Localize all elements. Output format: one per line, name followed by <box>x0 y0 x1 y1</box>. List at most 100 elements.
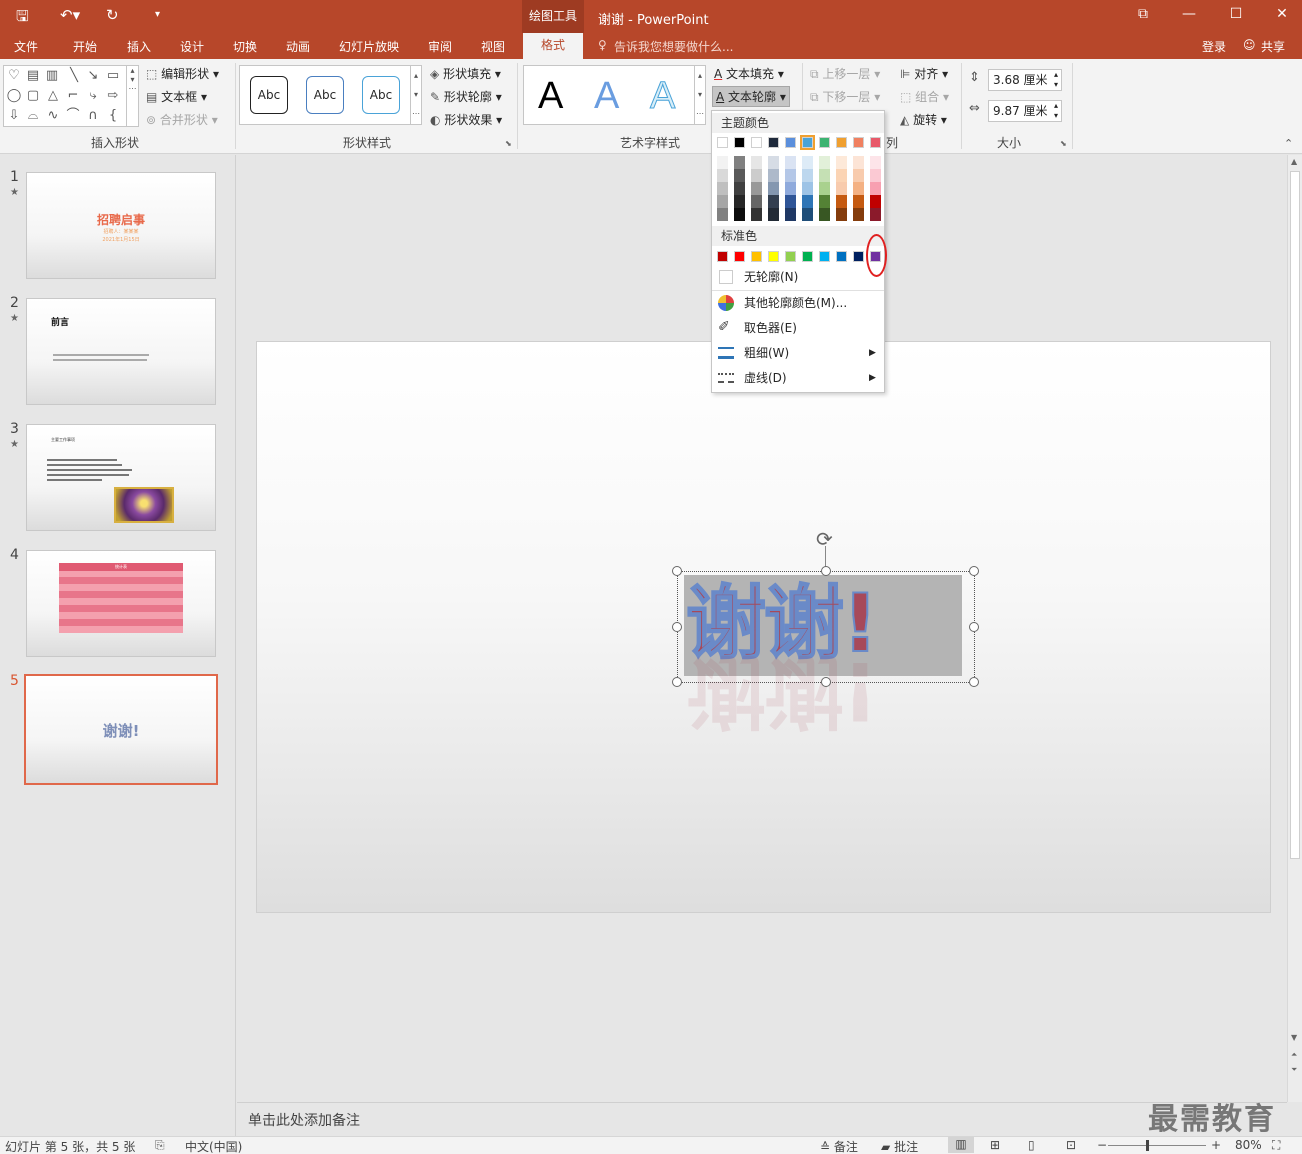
dashes-item[interactable]: 虚线(D) ▶ <box>712 366 884 390</box>
theme-shade-swatch[interactable] <box>717 182 728 195</box>
reading-view-icon[interactable]: ▯ <box>1028 1138 1035 1152</box>
eyedropper-item[interactable]: ✐ 取色器(E) <box>712 316 884 340</box>
theme-shade-swatch[interactable] <box>734 169 745 182</box>
zoom-out-icon[interactable]: − <box>1097 1138 1107 1152</box>
theme-shade-swatch[interactable] <box>819 156 830 169</box>
theme-color-swatch[interactable] <box>734 137 745 148</box>
theme-shade-swatch[interactable] <box>751 182 762 195</box>
rectangle-shape-icon[interactable]: ▭ <box>104 67 122 85</box>
theme-shade-swatch[interactable] <box>819 208 830 221</box>
shapes-gallery-scroll[interactable]: ▴ ▾ ⋯ <box>126 66 138 126</box>
no-outline-item[interactable]: 无轮廓(N) <box>712 265 884 289</box>
theme-shade-swatch[interactable] <box>768 169 779 182</box>
theme-shade-swatch[interactable] <box>836 182 847 195</box>
theme-color-swatch[interactable] <box>800 135 815 150</box>
right-arrow-shape-icon[interactable]: ⇨ <box>104 87 122 105</box>
theme-shade-swatch[interactable] <box>768 156 779 169</box>
theme-shade-swatch[interactable] <box>717 195 728 208</box>
theme-shade-swatch[interactable] <box>819 195 830 208</box>
tab-view[interactable]: 视图 <box>481 38 505 55</box>
collapse-ribbon-icon[interactable]: ⌃ <box>1284 137 1293 150</box>
theme-shade-swatch[interactable] <box>802 195 813 208</box>
theme-shade-swatch[interactable] <box>853 169 864 182</box>
text-outline-button[interactable]: A 文本轮廓 ▾ <box>712 86 790 107</box>
theme-shade-swatch[interactable] <box>819 182 830 195</box>
curve-icon[interactable]: ∩ <box>84 107 102 125</box>
slide-canvas[interactable]: 谢谢! 谢谢! ⟳ <box>256 341 1271 913</box>
wordart-gallery-scroll[interactable]: ▴ ▾ ⋯ <box>694 65 706 125</box>
undo-icon[interactable]: ↶▾ <box>60 6 80 24</box>
theme-shade-swatch[interactable] <box>870 208 881 221</box>
theme-shade-swatch[interactable] <box>802 169 813 182</box>
resize-handle[interactable] <box>969 677 979 687</box>
notes-toggle[interactable]: ≙ 备注 <box>820 1138 858 1154</box>
standard-color-swatch[interactable] <box>853 251 864 262</box>
bring-forward-button[interactable]: ⧉ 上移一层 ▾ <box>810 65 880 82</box>
theme-shade-swatch[interactable] <box>751 156 762 169</box>
scrollbar-thumb[interactable] <box>1290 171 1300 859</box>
textbox-shape-icon[interactable]: ▤ <box>24 67 42 85</box>
theme-color-swatch[interactable] <box>768 137 779 148</box>
minimize-button[interactable]: — <box>1177 6 1201 22</box>
down-arrow-shape-icon[interactable]: ⇩ <box>5 107 23 125</box>
theme-shade-swatch[interactable] <box>870 156 881 169</box>
scribble-icon[interactable]: ∿ <box>44 107 62 125</box>
theme-shade-swatch[interactable] <box>802 182 813 195</box>
brace-icon[interactable]: { <box>104 107 122 125</box>
tab-format[interactable]: 格式 <box>523 33 583 60</box>
dialog-launcher-icon[interactable]: ⬊ <box>505 139 512 148</box>
standard-color-swatch[interactable] <box>802 251 813 262</box>
theme-shade-swatch[interactable] <box>717 208 728 221</box>
theme-shade-swatch[interactable] <box>717 156 728 169</box>
notes-placeholder[interactable]: 单击此处添加备注 <box>248 1110 360 1130</box>
theme-color-swatch[interactable] <box>785 137 796 148</box>
standard-color-swatch[interactable] <box>785 251 796 262</box>
zoom-slider-thumb[interactable] <box>1146 1140 1149 1151</box>
vertical-textbox-icon[interactable]: ▥ <box>43 67 61 85</box>
heart-shape-icon[interactable]: ♡ <box>5 67 23 85</box>
theme-shade-swatch[interactable] <box>853 156 864 169</box>
theme-shade-swatch[interactable] <box>802 156 813 169</box>
shape-style-3[interactable]: Abc <box>362 76 400 114</box>
theme-color-swatch[interactable] <box>717 137 728 148</box>
vertical-scrollbar[interactable]: ▲ ▼ ⏶ ⏷ <box>1287 155 1302 1102</box>
resize-handle[interactable] <box>672 566 682 576</box>
theme-shade-swatch[interactable] <box>734 182 745 195</box>
slide-thumbnail-1[interactable]: 招聘启事 招聘人：某某某 2021年1月15日 <box>26 172 216 279</box>
comments-toggle[interactable]: ▰ 批注 <box>881 1138 918 1154</box>
language-indicator[interactable]: 中文(中国) <box>185 1138 242 1154</box>
slide-thumbnail-5[interactable]: 谢谢! <box>24 674 218 785</box>
theme-shade-swatch[interactable] <box>853 195 864 208</box>
group-button[interactable]: ⬚ 组合 ▾ <box>900 88 949 105</box>
scroll-up-icon[interactable]: ▲ <box>1291 157 1297 166</box>
normal-view-icon[interactable]: ▥ <box>948 1137 974 1153</box>
theme-shade-swatch[interactable] <box>870 169 881 182</box>
maximize-button[interactable]: ☐ <box>1224 6 1248 22</box>
tab-transitions[interactable]: 切换 <box>233 38 257 55</box>
zoom-level[interactable]: 80% <box>1235 1138 1262 1152</box>
fit-to-window-icon[interactable]: ⛶ <box>1272 1138 1280 1153</box>
theme-shade-swatch[interactable] <box>734 208 745 221</box>
elbow-connector-icon[interactable]: ⌐ <box>64 87 82 105</box>
align-button[interactable]: ⊫ 对齐 ▾ <box>900 65 948 82</box>
standard-color-swatch[interactable] <box>751 251 762 262</box>
wordart-style-outline[interactable]: A <box>649 76 675 117</box>
slide-thumbnail-3[interactable]: 主要工作事项 <box>26 424 216 531</box>
resize-handle[interactable] <box>672 677 682 687</box>
zoom-slider[interactable] <box>1108 1145 1206 1146</box>
notes-pane[interactable]: 单击此处添加备注 <box>237 1102 1287 1136</box>
slide-thumbnail-4[interactable]: 统计表 <box>26 550 216 657</box>
tab-file[interactable]: 文件 <box>14 38 38 55</box>
redo-icon[interactable]: ↻ <box>106 6 119 24</box>
theme-shade-swatch[interactable] <box>819 169 830 182</box>
standard-color-swatch[interactable] <box>836 251 847 262</box>
theme-shade-swatch[interactable] <box>853 182 864 195</box>
shape-styles-scroll[interactable]: ▴ ▾ ⋯ <box>410 65 422 125</box>
shape-outline-button[interactable]: ✎ 形状轮廓 ▾ <box>430 88 502 105</box>
edit-shape-button[interactable]: ⬚ 编辑形状 ▾ <box>146 65 219 82</box>
elbow-arrow-icon[interactable]: ⤷ <box>84 87 102 105</box>
weight-item[interactable]: 粗细(W) ▶ <box>712 341 884 365</box>
theme-color-swatch[interactable] <box>751 137 762 148</box>
theme-shade-swatch[interactable] <box>768 195 779 208</box>
prev-slide-icon[interactable]: ⏶ <box>1291 1050 1297 1060</box>
